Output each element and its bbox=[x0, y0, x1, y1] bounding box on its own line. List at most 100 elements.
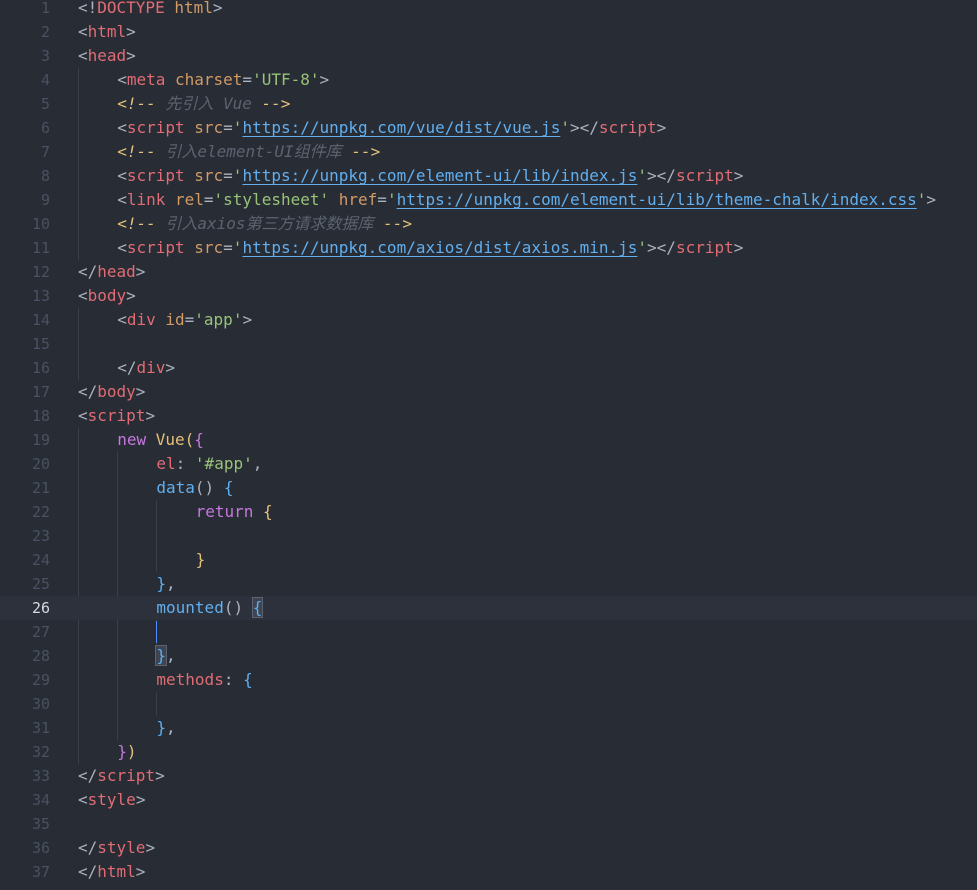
code-line[interactable]: 35 bbox=[0, 812, 977, 836]
code-token: <!-- bbox=[117, 94, 156, 113]
code-token: > bbox=[135, 790, 146, 809]
code-token: } bbox=[156, 574, 167, 593]
code-line[interactable]: 21 data() { bbox=[0, 476, 977, 500]
line-number: 28 bbox=[31, 647, 50, 665]
code-token: script bbox=[97, 766, 156, 785]
line-number: 14 bbox=[31, 311, 50, 329]
code-token: script bbox=[126, 166, 185, 185]
code-text: <script src='https://unpkg.com/element-u… bbox=[117, 164, 743, 188]
code-line[interactable]: 14 <div id='app'> bbox=[0, 308, 977, 332]
line-number: 37 bbox=[31, 863, 50, 881]
line-number: 3 bbox=[40, 47, 50, 65]
code-line[interactable]: 7 <!-- 引入element-UI组件库 --> bbox=[0, 140, 977, 164]
code-text: }, bbox=[156, 572, 175, 596]
code-editor[interactable]: 1 <!DOCTYPE html> 2 <html> 3 <head> 4 <meta cha… bbox=[0, 0, 977, 890]
line-number: 21 bbox=[31, 479, 50, 497]
code-token: <! bbox=[78, 0, 98, 17]
code-line[interactable]: 13 <body> bbox=[0, 284, 977, 308]
code-line[interactable]: 10 <!-- 引入axios第三方请求数据库 --> bbox=[0, 212, 977, 236]
code-token: html bbox=[97, 862, 136, 881]
code-token: () bbox=[223, 598, 253, 617]
code-line[interactable]: 2 <html> bbox=[0, 20, 977, 44]
code-text: <link rel='stylesheet' href='https://unp… bbox=[117, 188, 936, 212]
code-line[interactable]: 37 </html> bbox=[0, 860, 977, 884]
code-line[interactable]: 36 </style> bbox=[0, 836, 977, 860]
code-line[interactable]: 19 new Vue({ bbox=[0, 428, 977, 452]
code-line[interactable]: 32}) bbox=[0, 740, 977, 764]
code-token: id bbox=[155, 310, 185, 329]
code-token: { bbox=[263, 502, 273, 521]
code-line[interactable]: 20 el: '#app', bbox=[0, 452, 977, 476]
code-token: , bbox=[166, 718, 176, 737]
code-token: ' bbox=[232, 166, 243, 185]
code-line[interactable]: 18 <script> bbox=[0, 404, 977, 428]
code-token: </ bbox=[78, 838, 98, 857]
code-line[interactable]: 31}, bbox=[0, 716, 977, 740]
code-token: return bbox=[195, 502, 254, 521]
code-token: = bbox=[203, 190, 214, 209]
code-token: < bbox=[78, 46, 88, 65]
code-line[interactable]: 23 bbox=[0, 524, 977, 548]
code-line[interactable]: 33 </script> bbox=[0, 764, 977, 788]
code-line[interactable]: 26 mounted() { bbox=[0, 596, 977, 620]
code-token: > bbox=[135, 382, 146, 401]
line-number: 23 bbox=[31, 527, 50, 545]
code-token: < bbox=[78, 790, 88, 809]
code-line[interactable]: 27 bbox=[0, 620, 977, 644]
code-token: script bbox=[675, 166, 734, 185]
code-line[interactable]: 24} bbox=[0, 548, 977, 572]
code-token: html bbox=[164, 0, 213, 17]
code-token: </ bbox=[78, 766, 98, 785]
code-text: <!DOCTYPE html> bbox=[78, 0, 223, 20]
code-token: new bbox=[117, 430, 147, 449]
code-token: data bbox=[156, 478, 195, 497]
code-token: head bbox=[87, 46, 127, 65]
code-token: div bbox=[136, 358, 166, 377]
code-line[interactable]: 22 return { bbox=[0, 500, 977, 524]
line-number: 2 bbox=[40, 23, 50, 41]
code-token: script bbox=[598, 118, 657, 137]
code-token: > bbox=[165, 358, 175, 377]
code-token: html bbox=[87, 22, 127, 41]
line-number: 24 bbox=[31, 551, 50, 569]
code-text: data() { bbox=[156, 476, 233, 500]
code-line[interactable]: 34 <style> bbox=[0, 788, 977, 812]
code-line[interactable]: 3 <head> bbox=[0, 44, 977, 68]
code-line[interactable]: 9 <link rel='stylesheet' href='https://un… bbox=[0, 188, 977, 212]
code-token: < bbox=[78, 286, 88, 305]
code-token: > bbox=[733, 238, 744, 257]
code-line[interactable]: 30 bbox=[0, 692, 977, 716]
code-text: </head> bbox=[78, 260, 145, 284]
code-token: style bbox=[97, 838, 146, 857]
code-token: 引入element-UI组件库 bbox=[155, 142, 352, 161]
code-line[interactable]: 17 </body> bbox=[0, 380, 977, 404]
code-token: < bbox=[78, 22, 88, 41]
line-number: 13 bbox=[31, 287, 50, 305]
code-token: script bbox=[126, 118, 185, 137]
code-line[interactable]: 29 methods: { bbox=[0, 668, 977, 692]
code-line[interactable]: 28}, bbox=[0, 644, 977, 668]
code-line[interactable]: 6 <script src='https://unpkg.com/vue/dist… bbox=[0, 116, 977, 140]
code-text: </script> bbox=[78, 764, 165, 788]
code-token: ' bbox=[637, 238, 648, 257]
line-number: 19 bbox=[31, 431, 50, 449]
code-line[interactable]: 12 </head> bbox=[0, 260, 977, 284]
code-token: < bbox=[117, 238, 127, 257]
code-line[interactable]: 5 <!-- 先引入 Vue --> bbox=[0, 92, 977, 116]
code-token: ' bbox=[232, 118, 243, 137]
code-line[interactable]: 11 <script src='https://unpkg.com/axios/d… bbox=[0, 236, 977, 260]
code-token: script bbox=[126, 238, 185, 257]
code-token: src bbox=[184, 238, 224, 257]
code-text: new Vue({ bbox=[117, 428, 204, 452]
code-line[interactable]: 1 <!DOCTYPE html> bbox=[0, 0, 977, 20]
code-token: script bbox=[87, 406, 146, 425]
code-text: <!-- 引入axios第三方请求数据库 --> bbox=[117, 212, 412, 236]
code-line[interactable]: 4 <meta charset='UTF-8'> bbox=[0, 68, 977, 92]
code-line[interactable]: 8 <script src='https://unpkg.com/element-… bbox=[0, 164, 977, 188]
code-line[interactable]: 15 bbox=[0, 332, 977, 356]
code-line[interactable]: 25}, bbox=[0, 572, 977, 596]
text-cursor bbox=[156, 621, 158, 643]
code-token: > bbox=[926, 190, 937, 209]
code-line[interactable]: 16 </div> bbox=[0, 356, 977, 380]
code-token: 'UTF-8' bbox=[252, 70, 320, 89]
